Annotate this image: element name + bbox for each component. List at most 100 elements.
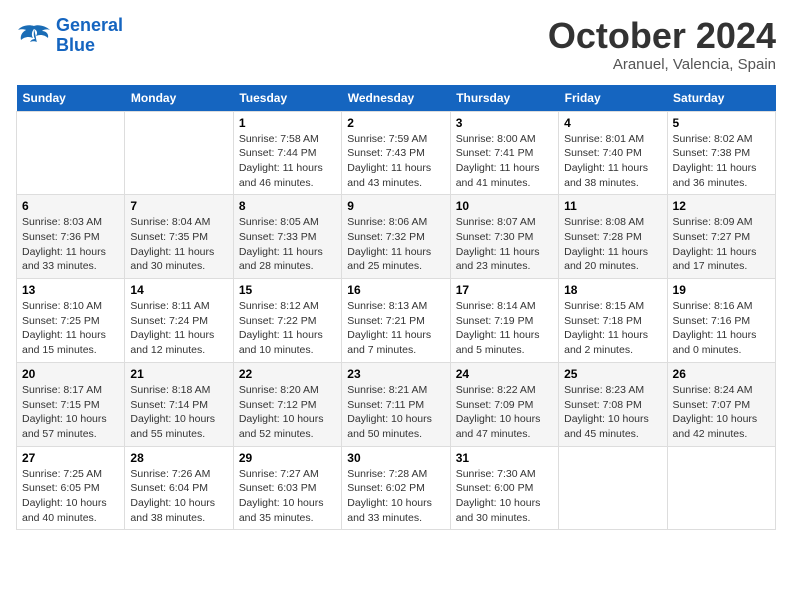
day-number: 6	[22, 199, 119, 213]
table-row: 30Sunrise: 7:28 AM Sunset: 6:02 PM Dayli…	[342, 446, 450, 530]
day-info: Sunrise: 8:06 AM Sunset: 7:32 PM Dayligh…	[347, 215, 444, 274]
day-info: Sunrise: 7:27 AM Sunset: 6:03 PM Dayligh…	[239, 467, 336, 526]
header-sunday: Sunday	[17, 85, 125, 112]
day-number: 13	[22, 283, 119, 297]
title-area: October 2024 Aranuel, Valencia, Spain	[548, 16, 776, 73]
table-row	[667, 446, 775, 530]
day-number: 19	[673, 283, 770, 297]
day-number: 17	[456, 283, 553, 297]
logo-text: General Blue	[56, 16, 123, 56]
table-row	[125, 111, 233, 195]
header-tuesday: Tuesday	[233, 85, 341, 112]
logo-icon	[16, 22, 52, 50]
day-number: 3	[456, 116, 553, 130]
day-number: 16	[347, 283, 444, 297]
header-wednesday: Wednesday	[342, 85, 450, 112]
day-info: Sunrise: 8:01 AM Sunset: 7:40 PM Dayligh…	[564, 132, 661, 191]
table-row: 1 Sunrise: 7:58 AM Sunset: 7:44 PM Daylig…	[233, 111, 341, 195]
table-row: 12Sunrise: 8:09 AM Sunset: 7:27 PM Dayli…	[667, 195, 775, 279]
day-info: Sunrise: 8:13 AM Sunset: 7:21 PM Dayligh…	[347, 299, 444, 358]
day-info: Sunrise: 8:14 AM Sunset: 7:19 PM Dayligh…	[456, 299, 553, 358]
table-row	[559, 446, 667, 530]
calendar-body: 1 Sunrise: 7:58 AM Sunset: 7:44 PM Daylig…	[17, 111, 776, 530]
table-row: 7 Sunrise: 8:04 AM Sunset: 7:35 PM Daylig…	[125, 195, 233, 279]
day-number: 11	[564, 199, 661, 213]
table-row	[17, 111, 125, 195]
day-info: Sunrise: 8:23 AM Sunset: 7:08 PM Dayligh…	[564, 383, 661, 442]
day-number: 24	[456, 367, 553, 381]
table-row: 27 Sunrise: 7:25 AM Sunset: 6:05 PM Dayli…	[17, 446, 125, 530]
table-row: 28 Sunrise: 7:26 AM Sunset: 6:04 PM Dayli…	[125, 446, 233, 530]
day-number: 23	[347, 367, 444, 381]
day-info: Sunrise: 8:22 AM Sunset: 7:09 PM Dayligh…	[456, 383, 553, 442]
day-info: Sunrise: 8:15 AM Sunset: 7:18 PM Dayligh…	[564, 299, 661, 358]
table-row: 29 Sunrise: 7:27 AM Sunset: 6:03 PM Dayli…	[233, 446, 341, 530]
table-row: 18 Sunrise: 8:15 AM Sunset: 7:18 PM Dayli…	[559, 279, 667, 363]
table-row: 21 Sunrise: 8:18 AM Sunset: 7:14 PM Dayli…	[125, 362, 233, 446]
day-number: 30	[347, 451, 444, 465]
table-row: 9 Sunrise: 8:06 AM Sunset: 7:32 PM Daylig…	[342, 195, 450, 279]
day-number: 10	[456, 199, 553, 213]
header-thursday: Thursday	[450, 85, 558, 112]
day-number: 20	[22, 367, 119, 381]
day-info: Sunrise: 8:07 AM Sunset: 7:30 PM Dayligh…	[456, 215, 553, 274]
day-info: Sunrise: 8:03 AM Sunset: 7:36 PM Dayligh…	[22, 215, 119, 274]
day-info: Sunrise: 8:21 AM Sunset: 7:11 PM Dayligh…	[347, 383, 444, 442]
day-number: 9	[347, 199, 444, 213]
page-header: General Blue October 2024 Aranuel, Valen…	[16, 16, 776, 73]
header-friday: Friday	[559, 85, 667, 112]
day-number: 28	[130, 451, 227, 465]
table-row: 24 Sunrise: 8:22 AM Sunset: 7:09 PM Dayli…	[450, 362, 558, 446]
day-number: 15	[239, 283, 336, 297]
day-number: 7	[130, 199, 227, 213]
day-info: Sunrise: 8:20 AM Sunset: 7:12 PM Dayligh…	[239, 383, 336, 442]
table-row: 26Sunrise: 8:24 AM Sunset: 7:07 PM Dayli…	[667, 362, 775, 446]
calendar-table: Sunday Monday Tuesday Wednesday Thursday…	[16, 85, 776, 531]
day-number: 29	[239, 451, 336, 465]
day-info: Sunrise: 7:59 AM Sunset: 7:43 PM Dayligh…	[347, 132, 444, 191]
day-number: 25	[564, 367, 661, 381]
day-info: Sunrise: 7:25 AM Sunset: 6:05 PM Dayligh…	[22, 467, 119, 526]
header-saturday: Saturday	[667, 85, 775, 112]
table-row: 22 Sunrise: 8:20 AM Sunset: 7:12 PM Dayli…	[233, 362, 341, 446]
day-info: Sunrise: 8:12 AM Sunset: 7:22 PM Dayligh…	[239, 299, 336, 358]
table-row: 2 Sunrise: 7:59 AM Sunset: 7:43 PM Daylig…	[342, 111, 450, 195]
day-info: Sunrise: 8:18 AM Sunset: 7:14 PM Dayligh…	[130, 383, 227, 442]
day-info: Sunrise: 8:05 AM Sunset: 7:33 PM Dayligh…	[239, 215, 336, 274]
calendar-header: Sunday Monday Tuesday Wednesday Thursday…	[17, 85, 776, 112]
day-number: 14	[130, 283, 227, 297]
day-info: Sunrise: 7:58 AM Sunset: 7:44 PM Dayligh…	[239, 132, 336, 191]
day-info: Sunrise: 8:16 AM Sunset: 7:16 PM Dayligh…	[673, 299, 770, 358]
day-number: 8	[239, 199, 336, 213]
table-row: 13 Sunrise: 8:10 AM Sunset: 7:25 PM Dayli…	[17, 279, 125, 363]
day-info: Sunrise: 8:17 AM Sunset: 7:15 PM Dayligh…	[22, 383, 119, 442]
table-row: 23 Sunrise: 8:21 AM Sunset: 7:11 PM Dayli…	[342, 362, 450, 446]
day-info: Sunrise: 7:26 AM Sunset: 6:04 PM Dayligh…	[130, 467, 227, 526]
day-number: 27	[22, 451, 119, 465]
logo: General Blue	[16, 16, 123, 56]
day-info: Sunrise: 7:30 AM Sunset: 6:00 PM Dayligh…	[456, 467, 553, 526]
day-info: Sunrise: 8:08 AM Sunset: 7:28 PM Dayligh…	[564, 215, 661, 274]
table-row: 5Sunrise: 8:02 AM Sunset: 7:38 PM Daylig…	[667, 111, 775, 195]
table-row: 14 Sunrise: 8:11 AM Sunset: 7:24 PM Dayli…	[125, 279, 233, 363]
day-number: 1	[239, 116, 336, 130]
table-row: 19 Sunrise: 8:16 AM Sunset: 7:16 PM Dayli…	[667, 279, 775, 363]
day-info: Sunrise: 8:04 AM Sunset: 7:35 PM Dayligh…	[130, 215, 227, 274]
table-row: 11 Sunrise: 8:08 AM Sunset: 7:28 PM Dayli…	[559, 195, 667, 279]
day-info: Sunrise: 8:10 AM Sunset: 7:25 PM Dayligh…	[22, 299, 119, 358]
table-row: 4 Sunrise: 8:01 AM Sunset: 7:40 PM Daylig…	[559, 111, 667, 195]
day-number: 21	[130, 367, 227, 381]
day-info: Sunrise: 8:11 AM Sunset: 7:24 PM Dayligh…	[130, 299, 227, 358]
table-row: 10 Sunrise: 8:07 AM Sunset: 7:30 PM Dayli…	[450, 195, 558, 279]
day-number: 2	[347, 116, 444, 130]
day-number: 4	[564, 116, 661, 130]
table-row: 8 Sunrise: 8:05 AM Sunset: 7:33 PM Daylig…	[233, 195, 341, 279]
location-subtitle: Aranuel, Valencia, Spain	[548, 56, 776, 73]
day-number: 5	[673, 116, 770, 130]
table-row: 20 Sunrise: 8:17 AM Sunset: 7:15 PM Dayli…	[17, 362, 125, 446]
table-row: 15 Sunrise: 8:12 AM Sunset: 7:22 PM Dayli…	[233, 279, 341, 363]
month-title: October 2024	[548, 16, 776, 56]
day-number: 22	[239, 367, 336, 381]
day-number: 18	[564, 283, 661, 297]
day-number: 12	[673, 199, 770, 213]
